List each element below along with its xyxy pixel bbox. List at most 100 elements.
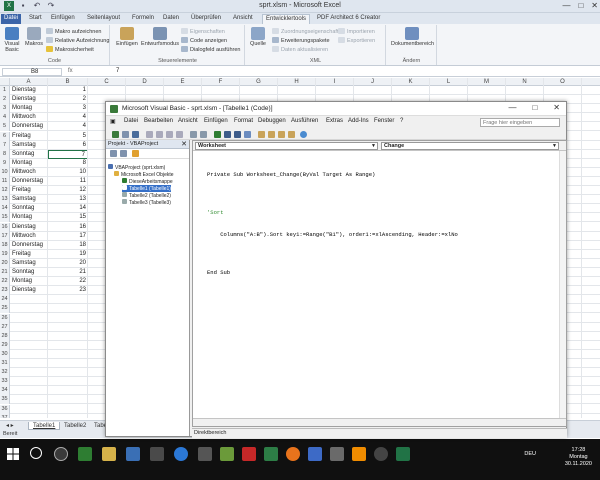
row-header[interactable]: 6 — [0, 131, 10, 141]
row-header[interactable]: 35 — [0, 395, 10, 405]
column-header-k[interactable]: K — [392, 78, 430, 86]
filezilla-icon[interactable] — [242, 447, 256, 461]
cell-b[interactable]: 4 — [48, 113, 88, 122]
exportieren-button[interactable]: Exportieren — [338, 37, 375, 45]
cell-a[interactable]: Donnerstag — [12, 122, 48, 131]
cell-a[interactable]: Sonntag — [12, 204, 48, 213]
input-language[interactable]: DEU — [524, 451, 536, 457]
tab-entwicklertools[interactable]: Entwicklertools — [262, 14, 311, 24]
zuordnungseigenschaften-button[interactable]: Zuordnungseigenschaften — [272, 28, 345, 36]
row-header[interactable]: 10 — [0, 167, 10, 177]
row-header[interactable]: 5 — [0, 122, 10, 132]
eigenschaften-button[interactable]: Eigenschaften — [181, 28, 225, 36]
cell-a[interactable]: Dienstag — [12, 223, 48, 232]
sheet-nav-icon[interactable]: ◂ ▸ — [2, 422, 18, 430]
name-box[interactable]: B8 — [2, 68, 62, 76]
row-header[interactable]: 8 — [0, 149, 10, 159]
cell-b[interactable]: 11 — [48, 177, 88, 186]
minimize-button[interactable]: — — [562, 1, 570, 10]
cell-b[interactable]: 13 — [48, 195, 88, 204]
cell-a[interactable]: Freitag — [12, 132, 48, 141]
vba-minimize-button[interactable]: — — [508, 103, 516, 112]
vlc-icon[interactable] — [352, 447, 366, 461]
column-header-d[interactable]: D — [126, 78, 164, 86]
cell-a[interactable]: Sonntag — [12, 150, 48, 159]
search-icon[interactable] — [30, 447, 42, 459]
row-header[interactable]: 37 — [0, 413, 10, 418]
row-header[interactable]: 25 — [0, 304, 10, 314]
cell-b[interactable]: 15 — [48, 213, 88, 222]
tab-seitenlayout[interactable]: Seitenlayout — [84, 14, 123, 24]
clock[interactable]: 17:28 Montag 30.11.2020 — [565, 447, 592, 468]
code-editor[interactable]: Private Sub Worksheet_Change(ByVal Targe… — [207, 156, 458, 291]
toggle-folders-icon[interactable] — [132, 150, 139, 157]
row-header[interactable]: 19 — [0, 249, 10, 259]
row-header[interactable]: 3 — [0, 104, 10, 114]
procedure-dropdown[interactable]: Change ▼ — [381, 142, 559, 150]
cell-a[interactable]: Donnerstag — [12, 241, 48, 250]
importieren-button[interactable]: Importieren — [338, 28, 375, 36]
selected-cell[interactable]: 7 — [48, 149, 88, 159]
cell-b[interactable]: 8 — [48, 159, 88, 168]
row-header[interactable]: 28 — [0, 331, 10, 341]
column-header-a[interactable]: A — [10, 78, 48, 86]
cell-b[interactable]: 3 — [48, 104, 88, 113]
vba-menu-einfuegen[interactable]: Einfügen — [204, 118, 228, 124]
tab-formeln[interactable]: Formeln — [129, 14, 157, 24]
row-header[interactable]: 22 — [0, 277, 10, 287]
tab-pdf-architect[interactable]: PDF Architect 6 Creator — [314, 14, 383, 24]
cell-b[interactable]: 20 — [48, 259, 88, 268]
makros-button[interactable]: Makros — [24, 27, 44, 47]
cell-a[interactable]: Dienstag — [12, 286, 48, 295]
vba-menu-ausfuehren[interactable]: Ausführen — [291, 118, 318, 124]
find-icon[interactable] — [176, 131, 183, 138]
cell-b[interactable]: 5 — [48, 132, 88, 141]
cell-b[interactable]: 1 — [48, 86, 88, 95]
player-icon[interactable] — [374, 447, 388, 461]
row-header[interactable]: 13 — [0, 195, 10, 205]
tree-tabelle3[interactable]: Tabelle3 (Tabelle3) — [122, 199, 171, 206]
vba-menu-datei[interactable]: Datei — [124, 118, 138, 124]
cell-b[interactable]: 22 — [48, 277, 88, 286]
tree-diesearbeitsmappe[interactable]: DieseArbeitsmappe — [122, 178, 173, 185]
row-header[interactable]: 12 — [0, 186, 10, 196]
row-header[interactable]: 20 — [0, 258, 10, 268]
dokumentbereich-button[interactable]: Dokumentbereich — [391, 27, 434, 47]
maximize-button[interactable]: □ — [578, 1, 583, 10]
row-header[interactable]: 23 — [0, 286, 10, 296]
settings-icon[interactable] — [198, 447, 212, 461]
cell-b[interactable]: 23 — [48, 286, 88, 295]
excel-taskbar-icon[interactable] — [396, 447, 410, 461]
code-window[interactable]: Worksheet ▼ Change ▼ Private Sub Workshe… — [192, 140, 567, 427]
row-header[interactable]: 21 — [0, 268, 10, 277]
notepad-icon[interactable] — [220, 447, 234, 461]
object-dropdown[interactable]: Worksheet ▼ — [195, 142, 378, 150]
cut-icon[interactable] — [146, 131, 153, 138]
cell-a[interactable]: Samstag — [12, 259, 48, 268]
cell-a[interactable]: Dienstag — [12, 86, 48, 95]
column-header-b[interactable]: B — [48, 78, 88, 86]
cell-a[interactable]: Montag — [12, 277, 48, 286]
cell-a[interactable]: Dienstag — [12, 95, 48, 104]
sheet-tab-tabelle2[interactable]: Tabelle2 — [60, 422, 90, 430]
edge-icon[interactable] — [174, 447, 188, 461]
vba-menu-format[interactable]: Format — [234, 118, 253, 124]
properties-window-icon[interactable] — [268, 131, 275, 138]
save-icon[interactable] — [132, 131, 139, 138]
tree-tabelle1[interactable]: Tabelle1 (Tabelle1) — [122, 185, 171, 192]
row-header[interactable]: 11 — [0, 177, 10, 186]
visual-basic-button[interactable]: Visual Basic — [2, 27, 22, 53]
cell-a[interactable]: Montag — [12, 159, 48, 168]
cell-b[interactable]: 6 — [48, 141, 88, 150]
row-header[interactable]: 1 — [0, 86, 10, 95]
immediate-window-header[interactable]: Direktbereich — [192, 428, 567, 438]
row-header[interactable]: 7 — [0, 140, 10, 150]
vba-maximize-button[interactable]: □ — [532, 103, 537, 112]
vba-menu-bearbeiten[interactable]: Bearbeiten — [144, 118, 173, 124]
row-header[interactable]: 16 — [0, 222, 10, 232]
row-header[interactable]: 36 — [0, 404, 10, 414]
app-blue-icon[interactable] — [308, 447, 322, 461]
vba-close-button[interactable]: ✕ — [553, 103, 560, 112]
cell-b[interactable]: 10 — [48, 168, 88, 177]
row-header[interactable]: 14 — [0, 204, 10, 214]
